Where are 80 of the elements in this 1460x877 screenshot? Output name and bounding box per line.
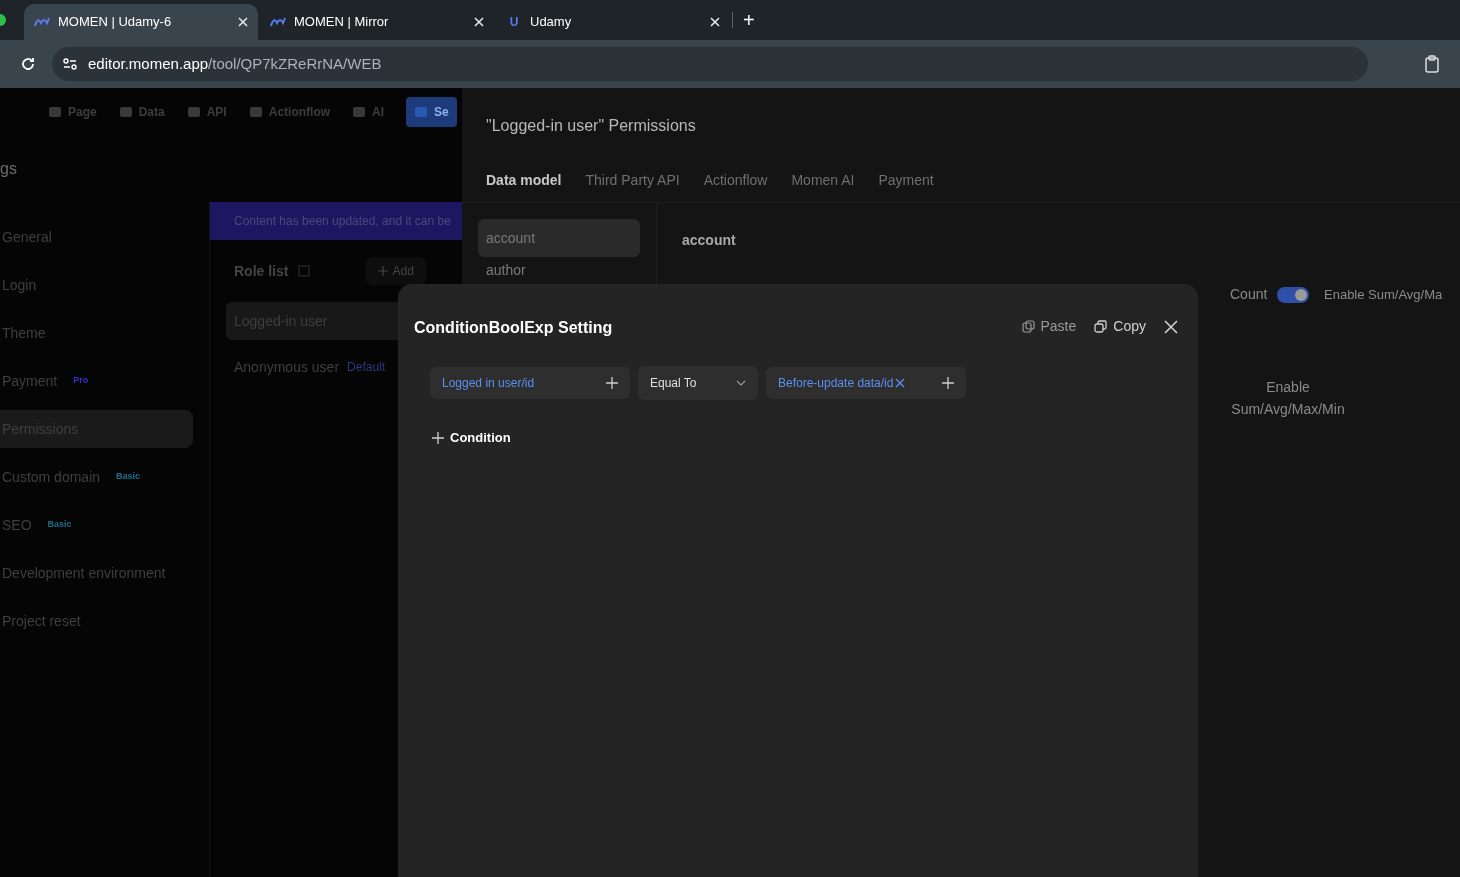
plus-icon [378, 266, 389, 276]
sidebar-item-label: Theme [1, 323, 46, 343]
page-title: gs [0, 159, 17, 179]
panel-tab[interactable]: Data model [486, 170, 562, 191]
add-condition-button[interactable]: Condition [432, 428, 511, 448]
sidebar-item[interactable]: Theme [0, 314, 193, 352]
sidebar-item[interactable]: Payment Pro [0, 362, 193, 400]
url-path: /tool/QP7kZReRrNA/WEB [208, 53, 382, 74]
copy-icon [1094, 320, 1108, 333]
column-header: Enable Sum/Avg/Max/Min [1230, 378, 1346, 419]
clipboard-icon[interactable] [1424, 55, 1440, 73]
panel-tab[interactable]: Third Party API [585, 170, 680, 191]
tune-icon [62, 56, 78, 72]
sidebar-item-label: Custom domain [1, 467, 101, 487]
sidebar-item[interactable]: General [0, 218, 193, 256]
close-icon[interactable] [238, 17, 248, 27]
copy-button[interactable]: Copy [1094, 316, 1146, 337]
paste-button[interactable]: Paste [1021, 316, 1077, 337]
enable-aggregates-label: Enable Sum/Avg/Ma [1324, 286, 1443, 304]
operator-dropdown[interactable]: Equal To [638, 366, 758, 400]
browser-tab[interactable]: MOMEN | Mirror [260, 4, 494, 40]
toolbar-button[interactable]: Page [48, 97, 97, 127]
role-name: Anonymous user [234, 357, 340, 377]
wave-logo-icon [34, 17, 50, 27]
sidebar-item-label: Payment [1, 371, 58, 391]
sidebar-item[interactable]: SEO Basic [0, 506, 193, 544]
reload-icon[interactable] [20, 56, 36, 72]
model-title: account [682, 231, 736, 250]
wave-logo-icon [270, 17, 286, 27]
paste-icon [1021, 320, 1035, 333]
value-field[interactable]: Logged in user/id [430, 367, 630, 399]
toolbar-button[interactable]: API [186, 97, 227, 127]
sidebar-item-label: Login [1, 275, 37, 295]
role-list-title: Role list [234, 261, 289, 281]
plus-icon[interactable] [942, 377, 954, 389]
browser-tab[interactable]: U Udamy [496, 4, 730, 40]
toolbar-button[interactable]: Se [406, 97, 457, 127]
plan-label: Pro [72, 374, 90, 388]
tab-title: Udamy [530, 13, 573, 32]
model-item[interactable]: author [478, 257, 640, 283]
tab-title: MOMEN | Udamy-6 [58, 13, 173, 32]
panel-tab[interactable]: Actionflow [703, 170, 768, 191]
close-icon[interactable] [474, 17, 484, 27]
count-label: Count [1230, 285, 1268, 304]
browser-tab[interactable]: MOMEN | Udamy-6 [24, 4, 258, 40]
sidebar-item-label: Project reset [1, 611, 81, 631]
variable-path: Before-update data/id [778, 375, 894, 392]
sidebar-item[interactable]: Project reset [0, 602, 193, 640]
panel-title: "Logged-in user" Permissions [486, 116, 696, 136]
plus-icon[interactable] [606, 377, 618, 389]
operator-value: Equal To [650, 375, 697, 392]
dialog-title: ConditionBoolExp Setting [414, 318, 613, 338]
new-tab-button[interactable]: + [735, 5, 763, 35]
plus-icon [432, 431, 444, 444]
address-bar[interactable]: editor.momen.app/tool/QP7kZReRrNA/WEB [52, 47, 1368, 81]
plan-label: Basic [115, 470, 142, 484]
url-host: editor.momen.app [88, 53, 209, 74]
value-field[interactable]: Before-update data/id [766, 367, 966, 399]
sidebar-item-label: SEO [1, 515, 32, 535]
sidebar-item[interactable]: Development environment [0, 554, 193, 592]
default-label: Default [347, 359, 386, 376]
close-icon[interactable] [710, 17, 720, 27]
count-toggle[interactable] [1277, 286, 1310, 303]
panel-tab[interactable]: Payment [878, 170, 934, 191]
toolbar-button[interactable]: AI [352, 97, 385, 127]
panel-tab[interactable]: Momen AI [791, 170, 855, 191]
variable-path: Logged in user/id [442, 375, 535, 392]
sidebar-item-label: Development environment [1, 563, 166, 583]
tab-title: MOMEN | Mirror [294, 13, 390, 32]
sidebar-item-label: General [1, 227, 52, 247]
clear-icon[interactable] [895, 378, 906, 388]
close-icon[interactable] [1164, 319, 1178, 334]
sidebar-item[interactable]: Custom domain Basic [0, 458, 193, 496]
plan-label: Basic [46, 518, 73, 532]
chevron-down-icon [736, 380, 746, 386]
letter-logo-icon: U [506, 13, 522, 31]
sidebar-item[interactable]: Login [0, 266, 193, 304]
model-item[interactable]: account [478, 219, 640, 257]
toolbar-button[interactable]: Data [118, 97, 165, 127]
toolbar-button[interactable]: Actionflow [248, 97, 331, 127]
